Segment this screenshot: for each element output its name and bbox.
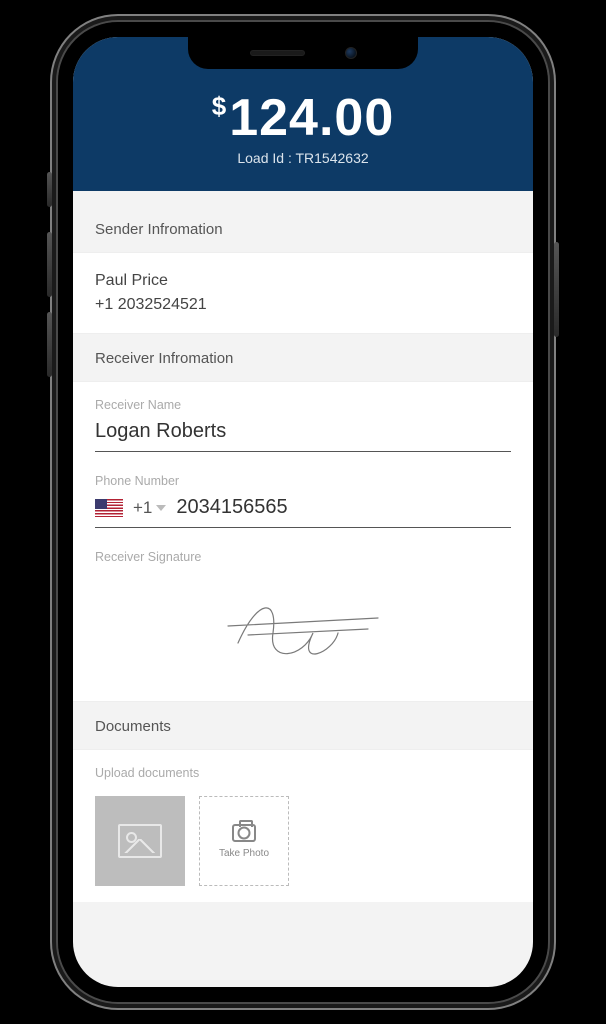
side-button-mute: [47, 172, 52, 207]
screen: $124.00 Load Id : TR1542632 Sender Infro…: [73, 37, 533, 987]
take-photo-label: Take Photo: [219, 848, 269, 859]
document-thumbnail[interactable]: [95, 796, 185, 886]
app-root: $124.00 Load Id : TR1542632 Sender Infro…: [73, 37, 533, 987]
phone-frame: $124.00 Load Id : TR1542632 Sender Infro…: [58, 22, 548, 1002]
receiver-phone-field: Phone Number +1: [95, 474, 511, 528]
receiver-phone-input[interactable]: [176, 496, 511, 519]
side-button-vol-up: [47, 232, 52, 297]
sender-name: Paul Price: [95, 269, 511, 293]
front-camera: [345, 47, 357, 59]
camera-icon: [232, 824, 256, 842]
currency-symbol: $: [212, 91, 227, 121]
amount-display: $124.00: [73, 92, 533, 144]
receiver-name-field: Receiver Name: [95, 398, 511, 452]
side-button-power: [554, 242, 559, 337]
take-photo-button[interactable]: Take Photo: [199, 796, 289, 886]
signature-pad[interactable]: [95, 570, 511, 685]
country-code-selector[interactable]: +1: [133, 498, 166, 518]
load-id: Load Id : TR1542632: [73, 150, 533, 166]
receiver-name-input[interactable]: [95, 420, 511, 443]
side-button-vol-down: [47, 312, 52, 377]
documents-card: Upload documents Take Photo: [73, 749, 533, 902]
speaker-grille: [250, 50, 305, 56]
form-body[interactable]: Sender Infromation Paul Price +1 2032524…: [73, 191, 533, 987]
upload-documents-label: Upload documents: [95, 766, 511, 780]
picture-icon: [118, 824, 162, 858]
receiver-phone-input-row[interactable]: +1: [95, 494, 511, 528]
receiver-signature-label: Receiver Signature: [95, 550, 511, 564]
chevron-down-icon: [156, 505, 166, 511]
load-id-value: TR1542632: [295, 150, 368, 166]
sender-card: Paul Price +1 2032524521: [73, 252, 533, 334]
receiver-name-label: Receiver Name: [95, 398, 511, 412]
receiver-signature-field: Receiver Signature: [95, 550, 511, 685]
signature-icon: [218, 588, 388, 668]
amount-value: 124.00: [229, 89, 394, 147]
receiver-phone-label: Phone Number: [95, 474, 511, 488]
sender-section-title: Sender Infromation: [73, 205, 533, 252]
receiver-section-title: Receiver Infromation: [73, 334, 533, 381]
documents-section-title: Documents: [73, 702, 533, 749]
country-code-value: +1: [133, 498, 152, 518]
sender-phone: +1 2032524521: [95, 293, 511, 317]
notch: [188, 37, 418, 69]
us-flag-icon[interactable]: [95, 499, 123, 517]
documents-row: Take Photo: [95, 790, 511, 886]
receiver-card: Receiver Name Phone Number +1: [73, 381, 533, 702]
receipt-edge-decoration: [73, 189, 533, 203]
receiver-name-input-row[interactable]: [95, 418, 511, 452]
load-id-label: Load Id :: [237, 150, 295, 166]
